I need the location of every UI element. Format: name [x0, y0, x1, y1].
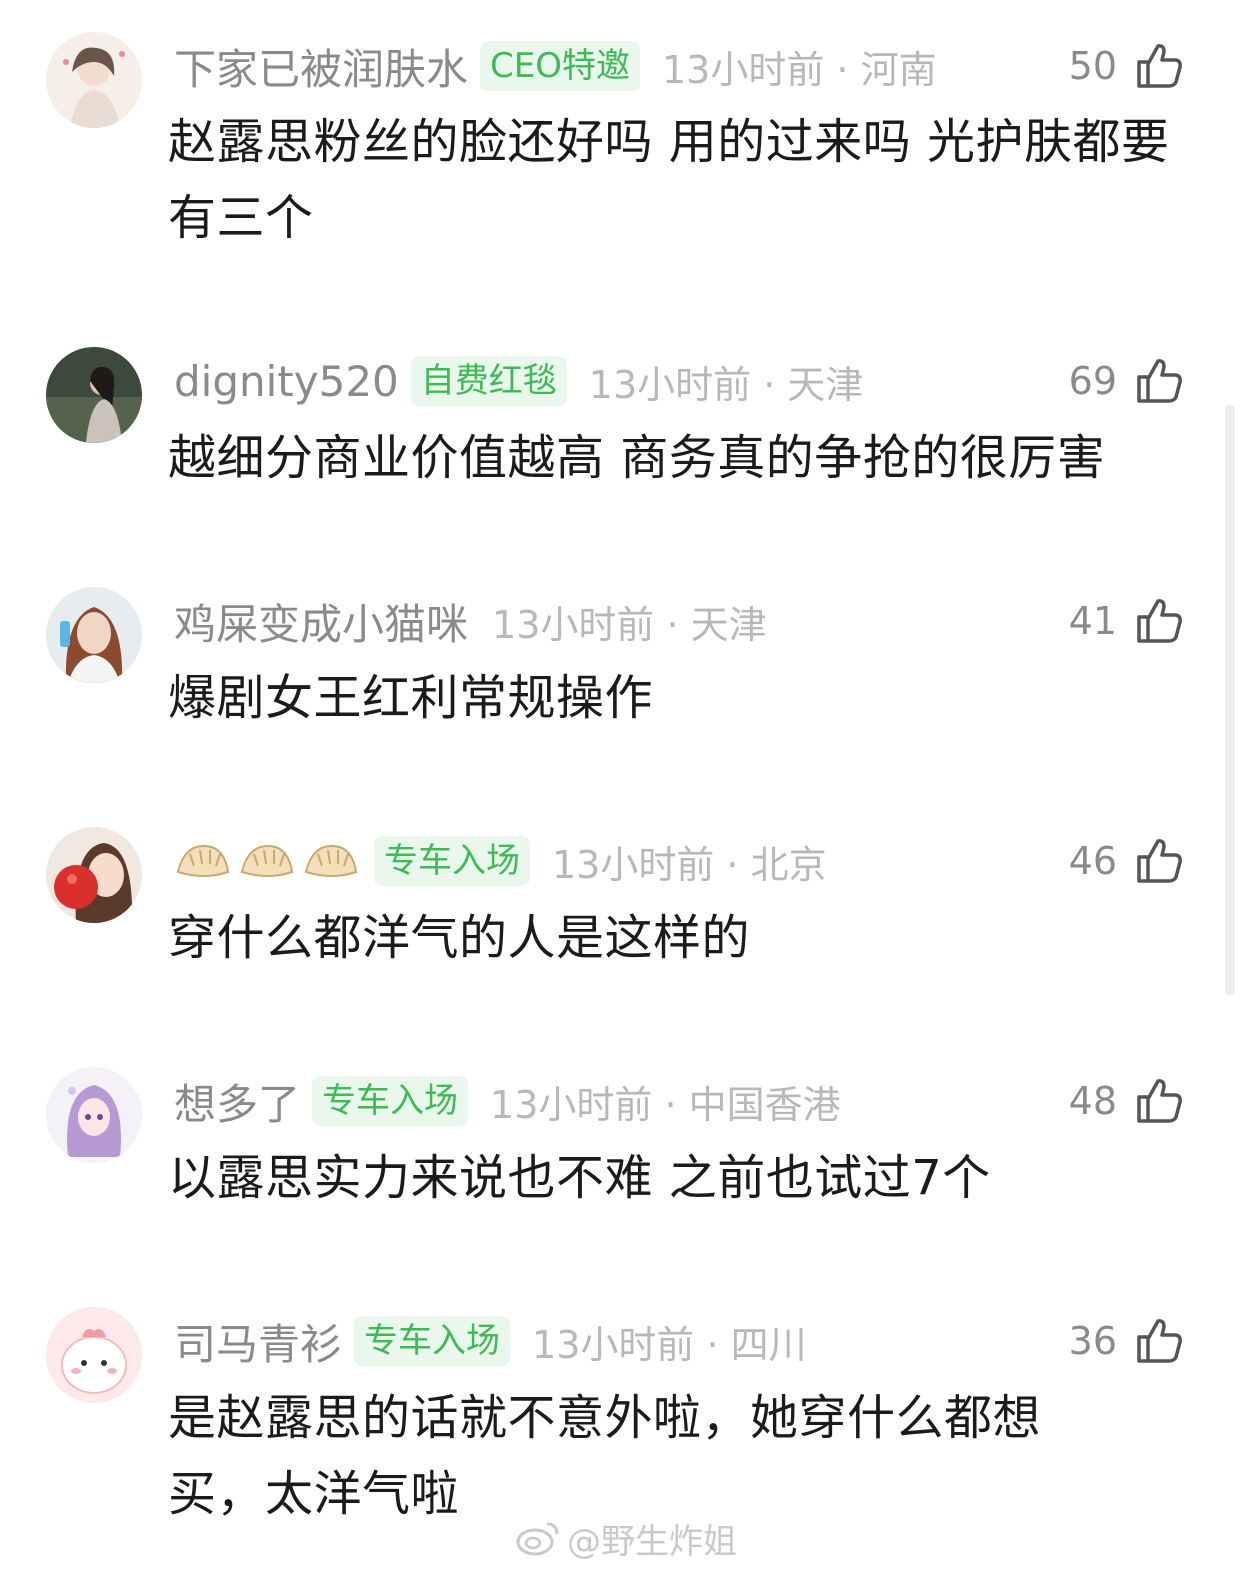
- like-count: 50: [1068, 44, 1117, 88]
- username[interactable]: 下家已被润肤水: [174, 36, 468, 97]
- avatar[interactable]: [46, 32, 142, 128]
- thumbs-up-icon[interactable]: [1133, 1075, 1185, 1127]
- username[interactable]: dignity520: [174, 357, 399, 406]
- username[interactable]: 司马青衫: [174, 1311, 342, 1372]
- comment-text: 越细分商业价值越高 商务真的争抢的很厉害: [168, 430, 1106, 486]
- user-badge[interactable]: 专车入场: [312, 1076, 469, 1126]
- emoji-username[interactable]: [174, 840, 360, 882]
- like-count: 48: [1068, 1079, 1117, 1123]
- comment-header: 鸡屎变成小猫咪 13小时前 · 天津: [174, 591, 767, 651]
- watermark: @野生炸姐: [515, 1512, 737, 1564]
- comment-header: 专车入场 13小时前 · 北京: [174, 831, 827, 891]
- thumbs-up-icon[interactable]: [1133, 595, 1185, 647]
- comment-text: 穿什么都洋气的人是这样的: [168, 910, 751, 966]
- thumbs-up-icon[interactable]: [1133, 835, 1185, 887]
- comment-header: 司马青衫 专车入场 13小时前 · 四川: [174, 1311, 807, 1371]
- comment-text: 是赵露思的话就不意外啦，她穿什么都想买，太洋气啦: [168, 1390, 1042, 1522]
- avatar[interactable]: [46, 587, 142, 683]
- like-count: 69: [1068, 359, 1117, 403]
- avatar[interactable]: [46, 1307, 142, 1403]
- comment-text: 爆剧女王红利常规操作: [168, 670, 654, 726]
- like-button[interactable]: 50: [1069, 36, 1185, 96]
- like-count: 41: [1068, 599, 1117, 643]
- username[interactable]: 想多了: [174, 1071, 300, 1132]
- comment-text: 以露思实力来说也不难 之前也试过7个: [168, 1150, 991, 1206]
- like-button[interactable]: 46: [1069, 831, 1185, 891]
- avatar[interactable]: [46, 827, 142, 923]
- thumbs-up-icon[interactable]: [1133, 40, 1185, 92]
- avatar[interactable]: [46, 347, 142, 443]
- comment-meta: 13小时前 · 天津: [492, 602, 767, 647]
- dumpling-emoji-icon: [240, 844, 294, 877]
- thumbs-up-icon[interactable]: [1133, 355, 1185, 407]
- watermark-text: @野生炸姐: [567, 1521, 737, 1562]
- scrollbar[interactable]: [1225, 405, 1235, 995]
- comment-header: dignity520 自费红毯 13小时前 · 天津: [174, 351, 863, 411]
- like-button[interactable]: 69: [1069, 351, 1185, 411]
- thumbs-up-icon[interactable]: [1133, 1315, 1185, 1367]
- comment-meta: 13小时前 · 中国香港: [490, 1082, 841, 1127]
- user-badge[interactable]: 自费红毯: [410, 356, 567, 406]
- comment-header: 想多了 专车入场 13小时前 · 中国香港: [174, 1071, 841, 1131]
- like-button[interactable]: 36: [1069, 1311, 1185, 1371]
- user-badge[interactable]: CEO特邀: [480, 41, 640, 91]
- avatar[interactable]: [46, 1067, 142, 1163]
- dumpling-emoji-icon: [176, 844, 230, 877]
- comment-meta: 13小时前 · 天津: [588, 362, 864, 407]
- comment-text: 赵露思粉丝的脸还好吗 用的过来吗 光护肤都要有三个: [168, 114, 1170, 246]
- comment-header: 下家已被润肤水 CEO特邀 13小时前 · 河南: [174, 36, 937, 96]
- like-count: 36: [1068, 1319, 1117, 1363]
- like-button[interactable]: 41: [1069, 591, 1185, 651]
- dumpling-emoji-icon: [304, 844, 358, 877]
- weibo-logo-icon: [516, 1522, 559, 1556]
- user-badge[interactable]: 专车入场: [354, 1316, 511, 1366]
- comment-meta: 13小时前 · 河南: [662, 47, 937, 92]
- user-badge[interactable]: 专车入场: [374, 836, 530, 886]
- comment-meta: 13小时前 · 北京: [552, 842, 827, 887]
- username[interactable]: 鸡屎变成小猫咪: [174, 591, 468, 652]
- like-button[interactable]: 48: [1069, 1071, 1185, 1131]
- like-count: 46: [1068, 839, 1117, 883]
- comment-meta: 13小时前 · 四川: [532, 1322, 807, 1367]
